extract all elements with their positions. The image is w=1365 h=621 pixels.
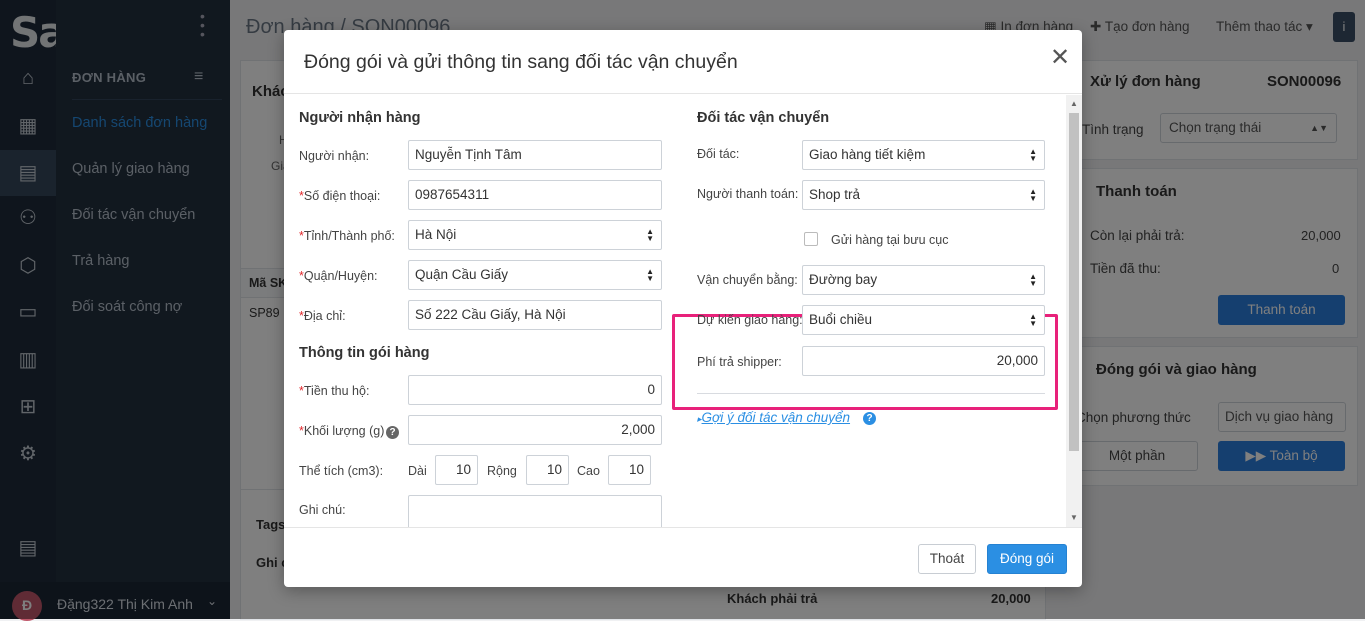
receiver-section-title: Người nhận hàng xyxy=(299,110,421,126)
modal-scrollbar[interactable]: ▲ ▼ xyxy=(1066,95,1082,527)
city-select[interactable]: Hà Nội ▲ ▼ xyxy=(408,220,662,250)
phone-label: *Số điện thoại: xyxy=(299,189,380,203)
package-section-title: Thông tin gói hàng xyxy=(299,345,430,361)
partner-label: Đối tác: xyxy=(697,147,740,161)
transport-select[interactable]: Đường bay ▲ ▼ xyxy=(802,265,1045,295)
help-question-icon[interactable]: ? xyxy=(386,426,399,439)
weight-input[interactable]: 2,000 xyxy=(408,415,662,445)
payer-select[interactable]: Shop trả ▲ ▼ xyxy=(802,180,1045,210)
length-label: Dài xyxy=(408,464,427,478)
receiver-name-input[interactable]: Nguyễn Tịnh Tâm xyxy=(408,140,662,170)
shipper-fee-label: Phí trả shipper: xyxy=(697,355,782,369)
select-caret-icon: ▲▼ xyxy=(1029,312,1037,328)
delivery-select-value: Buổi chiều xyxy=(809,312,873,327)
note-label: Ghi chú: xyxy=(299,503,346,517)
city-label-text: Tỉnh/Thành phố: xyxy=(303,229,395,243)
note-textarea[interactable] xyxy=(408,495,662,527)
payer-label: Người thanh toán: xyxy=(697,187,799,201)
address-label: *Địa chỉ: xyxy=(299,309,346,323)
pack-and-send-modal: Đóng gói và gửi thông tin sang đối tác v… xyxy=(284,30,1082,587)
width-label: Rộng xyxy=(487,464,517,478)
scroll-down-icon[interactable]: ▼ xyxy=(1070,513,1078,522)
district-select[interactable]: Quận Cầu Giấy ▲ ▼ xyxy=(408,260,662,290)
receiver-name-label: Người nhận: xyxy=(299,149,370,163)
shipper-fee-input[interactable]: 20,000 xyxy=(802,346,1045,376)
close-icon[interactable]: ✕ xyxy=(1050,46,1070,70)
delivery-label: Dự kiến giao hàng: xyxy=(697,313,803,327)
cod-label: *Tiền thu hộ: xyxy=(299,384,369,398)
city-label: *Tỉnh/Thành phố: xyxy=(299,229,395,243)
carrier-section-title: Đối tác vận chuyển xyxy=(697,110,830,126)
pack-button[interactable]: Đóng gói xyxy=(987,544,1067,574)
transport-select-value: Đường bay xyxy=(809,272,878,287)
phone-input[interactable]: 0987654311 xyxy=(408,180,662,210)
delivery-select[interactable]: Buổi chiều ▲ ▼ xyxy=(802,305,1045,335)
cod-label-text: Tiền thu hộ: xyxy=(303,384,370,398)
weight-label: *Khối lượng (g) xyxy=(299,424,384,438)
transport-label: Vận chuyển bằng: xyxy=(697,273,798,287)
help-question-icon[interactable]: ? xyxy=(863,412,876,425)
partner-select[interactable]: Giao hàng tiết kiệm ▲ ▼ xyxy=(802,140,1045,170)
scroll-up-icon[interactable]: ▲ xyxy=(1070,99,1078,108)
height-label: Cao xyxy=(577,464,600,478)
weight-label-text: Khối lượng (g) xyxy=(303,424,385,438)
district-label-text: Quận/Huyện: xyxy=(303,269,378,283)
volume-label: Thể tích (cm3): xyxy=(299,464,384,478)
scrollbar-thumb[interactable] xyxy=(1069,113,1079,451)
modal-body: Người nhận hàng Người nhận: Nguyễn Tịnh … xyxy=(284,95,1066,527)
partner-select-value: Giao hàng tiết kiệm xyxy=(809,147,926,162)
divider xyxy=(697,393,1045,394)
cod-input[interactable]: 0 xyxy=(408,375,662,405)
phone-label-text: Số điện thoại: xyxy=(303,189,381,203)
modal-header: Đóng gói và gửi thông tin sang đối tác v… xyxy=(284,30,1082,94)
height-input[interactable]: 10 xyxy=(608,455,651,485)
width-input[interactable]: 10 xyxy=(526,455,569,485)
post-office-checkbox[interactable] xyxy=(804,232,818,246)
city-select-value: Hà Nội xyxy=(415,227,457,242)
modal-title: Đóng gói và gửi thông tin sang đối tác v… xyxy=(304,51,738,73)
length-input[interactable]: 10 xyxy=(435,455,478,485)
suggest-carrier-link[interactable]: ▸ Gợi ý đối tác vận chuyển xyxy=(697,410,850,425)
district-select-value: Quận Cầu Giấy xyxy=(415,267,509,282)
select-caret-icon: ▲▼ xyxy=(1029,147,1037,163)
select-caret-icon: ▲▼ xyxy=(646,267,654,283)
select-caret-icon: ▲▼ xyxy=(1029,187,1037,203)
suggest-carrier-link-text: Gợi ý đối tác vận chuyển xyxy=(701,410,851,425)
cancel-button[interactable]: Thoát xyxy=(918,544,976,574)
select-caret-icon: ▲▼ xyxy=(646,227,654,243)
address-input[interactable]: Số 222 Cầu Giấy, Hà Nội xyxy=(408,300,662,330)
post-office-label: Gửi hàng tại bưu cục xyxy=(831,233,949,247)
address-label-text: Địa chỉ: xyxy=(303,309,346,323)
payer-select-value: Shop trả xyxy=(809,187,861,202)
modal-footer: Thoát Đóng gói xyxy=(284,527,1082,587)
select-caret-icon: ▲▼ xyxy=(1029,272,1037,288)
district-label: *Quận/Huyện: xyxy=(299,269,378,283)
